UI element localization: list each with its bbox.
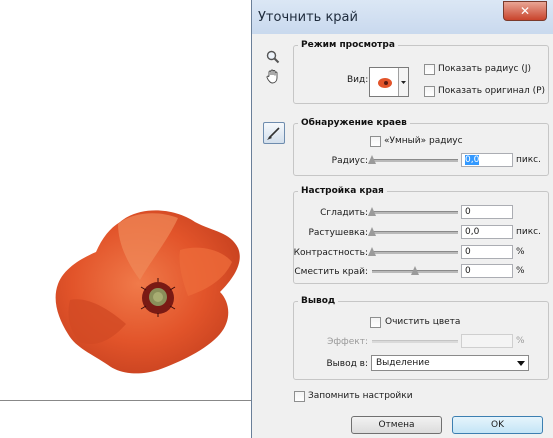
- show-original-checkbox[interactable]: [424, 86, 435, 97]
- smooth-slider[interactable]: [368, 206, 458, 218]
- radius-label: Радиус:: [331, 156, 368, 166]
- document-canvas[interactable]: [0, 0, 252, 401]
- feather-slider-thumb[interactable]: [368, 227, 376, 236]
- remember-settings-label: Запомнить настройки: [308, 391, 413, 401]
- contrast-label: Контрастность:: [293, 248, 368, 258]
- output-to-select[interactable]: Выделение: [371, 355, 529, 371]
- dialog-body: Режим просмотра Вид: Показать радиус (J)…: [252, 34, 553, 438]
- contrast-value: 0: [465, 247, 471, 257]
- amount-label: Эффект:: [327, 337, 368, 347]
- contrast-unit: %: [516, 247, 525, 257]
- refine-radius-tool-button[interactable]: [263, 122, 285, 144]
- remember-settings-checkbox[interactable]: [294, 391, 305, 402]
- output-legend: Вывод: [301, 296, 336, 306]
- radius-slider-thumb[interactable]: [368, 155, 376, 164]
- cancel-button[interactable]: Отмена: [351, 416, 442, 434]
- show-original-label: Показать оригинал (P): [438, 86, 546, 96]
- poppy-image: [55, 210, 240, 374]
- smooth-label: Сгладить:: [320, 208, 368, 218]
- hand-icon[interactable]: [265, 68, 281, 84]
- canvas-margin: [0, 401, 251, 438]
- shift-edge-value: 0: [465, 266, 471, 276]
- decontaminate-label: Очистить цвета: [385, 317, 461, 327]
- ok-button-label: OK: [491, 420, 504, 430]
- cancel-button-label: Отмена: [378, 420, 415, 430]
- ok-button[interactable]: OK: [452, 416, 543, 434]
- feather-field[interactable]: 0,0: [461, 225, 513, 239]
- view-mode-legend: Режим просмотра: [301, 40, 395, 50]
- amount-field[interactable]: [461, 334, 513, 348]
- smooth-slider-thumb[interactable]: [368, 207, 376, 216]
- refine-radius-brush-icon: [267, 127, 280, 140]
- smart-radius-label: «Умный» радиус: [384, 136, 463, 146]
- shift-edge-slider-thumb[interactable]: [411, 266, 419, 275]
- radius-slider[interactable]: [368, 154, 458, 166]
- view-thumbnail-icon: [378, 78, 392, 88]
- show-radius-checkbox[interactable]: [424, 64, 435, 75]
- feather-slider[interactable]: [368, 226, 458, 238]
- shift-edge-field[interactable]: 0: [461, 264, 513, 278]
- output-to-value: Выделение: [376, 358, 430, 368]
- adjust-edge-legend: Настройка края: [301, 186, 384, 196]
- radius-unit: пикс.: [516, 155, 541, 165]
- shift-edge-slider[interactable]: [372, 265, 458, 277]
- view-label: Вид:: [347, 75, 369, 85]
- feather-label: Растушевка:: [308, 228, 368, 238]
- shift-edge-unit: %: [516, 266, 525, 276]
- contrast-slider[interactable]: [368, 246, 458, 258]
- smooth-field[interactable]: 0: [461, 205, 513, 219]
- edge-detection-legend: Обнаружение краев: [301, 118, 407, 128]
- close-icon: ✕: [519, 4, 531, 18]
- output-to-label: Вывод в:: [326, 359, 368, 369]
- radius-value: 0,0: [465, 155, 480, 165]
- radius-field[interactable]: 0,0: [461, 153, 513, 167]
- show-radius-label: Показать радиус (J): [438, 64, 532, 74]
- title-bar[interactable]: Уточнить край ✕: [252, 0, 553, 34]
- amount-unit: %: [516, 336, 525, 346]
- shift-edge-label: Сместить край:: [294, 267, 368, 277]
- contrast-field[interactable]: 0: [461, 245, 513, 259]
- decontaminate-checkbox[interactable]: [370, 317, 381, 328]
- contrast-slider-thumb[interactable]: [368, 247, 376, 256]
- magnifier-icon[interactable]: [266, 50, 280, 64]
- amount-slider[interactable]: [372, 335, 458, 347]
- view-mode-dropdown[interactable]: [369, 67, 409, 97]
- smooth-value: 0: [465, 207, 471, 217]
- feather-value: 0,0: [465, 227, 480, 237]
- dialog-title: Уточнить край: [258, 10, 358, 25]
- chevron-down-icon: [401, 81, 406, 84]
- feather-unit: пикс.: [516, 227, 541, 237]
- smart-radius-checkbox[interactable]: [370, 136, 381, 147]
- close-button[interactable]: ✕: [503, 1, 547, 21]
- refine-edge-dialog: Уточнить край ✕ Режим просмотра Вид: Пок…: [251, 0, 553, 438]
- edge-detection-group: Обнаружение краев: [293, 118, 549, 176]
- chevron-down-icon: [517, 361, 525, 366]
